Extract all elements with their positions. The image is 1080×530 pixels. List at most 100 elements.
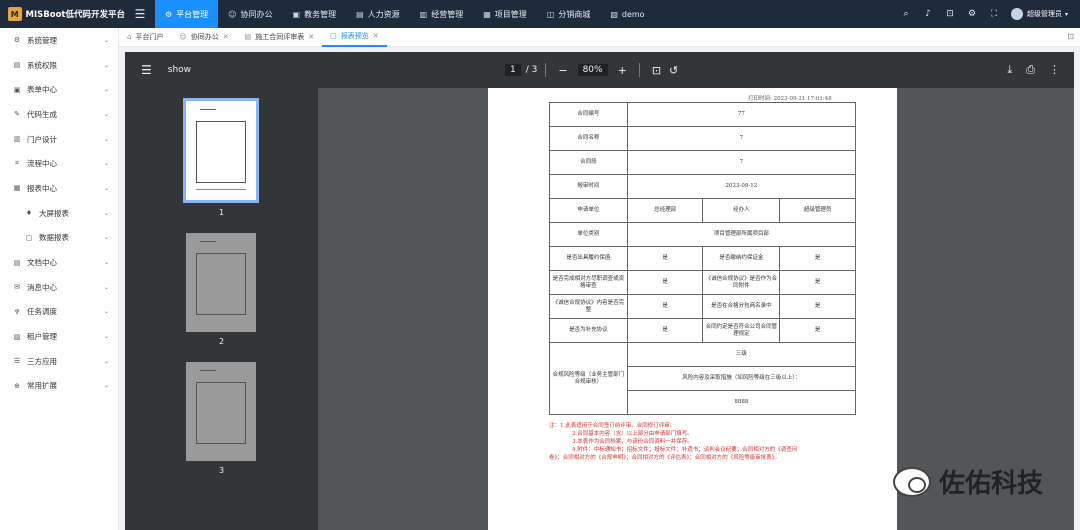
id-card-icon: ▤ [356, 9, 364, 19]
book-icon: ▣ [292, 9, 301, 19]
sidebar-item[interactable]: ✉ 消息中心 ⌄ [0, 275, 118, 300]
topnav-item-hr[interactable]: ▤ 人力资源 [346, 0, 410, 28]
menu-item-icon: ▧ [13, 332, 21, 341]
divider [638, 63, 640, 77]
document-icon: ▤ [244, 33, 252, 41]
pdf-title: show [167, 65, 192, 75]
thumbnail-page-1[interactable] [183, 98, 259, 203]
sidebar-item[interactable]: ▣ 表单中心 ⌄ [0, 77, 118, 102]
menu-collapse-icon[interactable]: ☰ [125, 7, 155, 21]
note-line: 3.本表作为合同档案，与该份合同资料一并保存。 [572, 438, 693, 445]
tab-report-preview[interactable]: ▢ 报表预览 ✕ [322, 28, 387, 47]
avatar [1010, 8, 1023, 20]
sidebar-item[interactable]: ♆ 任务调度 ⌄ [0, 300, 118, 325]
sidebar: ⚙ 系统管理 ⌄ ▤ 系统权限 ⌄ ▣ 表单中心 ⌄ ✎ 代码生成 ⌄ ▥ 门户设计 ⌄ ⌗ 流程中心 ⌄ ▦ 报表中… [0, 28, 119, 530]
rotate-icon[interactable]: ↺ [669, 64, 678, 77]
print-time: 打印时间: 2023-09-21 17:01:48 [748, 96, 832, 102]
sidebar-item[interactable]: ▧ 租户管理 ⌄ [0, 324, 118, 349]
close-icon[interactable]: ✕ [373, 32, 379, 40]
lock-icon[interactable]: ⊡ [1067, 32, 1074, 41]
sidebar-item[interactable]: ⊕ 常用扩展 ⌄ [0, 374, 118, 399]
menu-item-icon: ▤ [13, 258, 21, 267]
menu-icon[interactable]: ☰ [141, 63, 152, 77]
app-logo-icon: M [8, 7, 22, 21]
sidebar-item-label: 系统权限 [27, 60, 57, 70]
topnav-item-business[interactable]: ▥ 经营管理 [410, 0, 474, 28]
note-line: 2.合同基本内容（含）以上部分由申请部门填写。 [572, 430, 693, 437]
menu-item-icon: ✎ [14, 110, 20, 119]
box-icon: ▧ [610, 9, 618, 19]
file-icon: ▢ [330, 32, 337, 40]
thumb-logo [200, 241, 216, 242]
sidebar-item[interactable]: ▤ 系统权限 ⌄ [0, 53, 118, 78]
sidebar-item-label: 门户设计 [27, 134, 57, 144]
zoom-in-icon[interactable]: + [618, 64, 627, 77]
sidebar-item[interactable]: ♦ 大屏报表 ⌄ [0, 201, 118, 226]
more-options-icon[interactable]: ⋮ [1049, 63, 1060, 77]
thumb-notes [196, 189, 246, 190]
sidebar-item-label: 数据报表 [39, 233, 69, 243]
sidebar-item[interactable]: ⌗ 流程中心 ⌄ [0, 151, 118, 176]
thumb-logo [200, 370, 216, 371]
topnav-item-education[interactable]: ▣ 教务管理 [283, 0, 347, 28]
wechat-logo-icon [893, 466, 931, 497]
table-row: 单位类别 项目管理部所属项目部 [549, 222, 857, 247]
zoom-out-icon[interactable]: − [558, 64, 567, 77]
table-row: 申请单位 总经理部 经办人 超级管理员 [549, 198, 856, 223]
topnav-item-mall[interactable]: ◫ 分销商城 [537, 0, 601, 28]
sidebar-item-label: 租户管理 [27, 332, 57, 342]
chevron-down-icon: ⌄ [103, 86, 109, 94]
topnav-item-office[interactable]: ☺ 协同办公 [218, 0, 282, 28]
menu-item-icon: ▢ [25, 233, 33, 242]
sidebar-item-label: 系统管理 [27, 35, 57, 45]
menu-item-icon: ▤ [13, 61, 21, 70]
menu-item-icon: ▣ [13, 85, 21, 94]
fit-page-icon[interactable]: ⊡ [652, 64, 661, 77]
chevron-down-icon: ⌄ [103, 61, 109, 69]
thumbnail-page-2[interactable] [186, 233, 256, 332]
table-row: 合同名称 7 [549, 126, 857, 151]
toolbar-right: ⤓ ⎙ ⋮ [993, 63, 1060, 77]
sidebar-item-label: 三方应用 [27, 356, 57, 366]
sidebar-item[interactable]: ☰ 三方应用 ⌄ [0, 349, 118, 374]
note-line: 卷》；合同相对方的《合规申明》；合同相对方的《评估表》；合同相对方的《风险等级审… [549, 454, 781, 461]
sidebar-item-label: 代码生成 [27, 109, 57, 119]
tab-office[interactable]: ☺ 协同办公 ✕ [171, 28, 236, 47]
chevron-down-icon: ⌄ [103, 209, 109, 217]
pdf-page: 打印时间: 2023-09-21 17:01:48 合同编号 77 合同名称 7 合… [488, 88, 897, 530]
zoom-input[interactable]: 80% [577, 64, 608, 76]
close-icon[interactable]: ✕ [223, 33, 229, 41]
topnav-item-platform[interactable]: ⚙ 平台管理 [155, 0, 219, 28]
app-logo[interactable]: M MISBoot低代码开发平台 [0, 7, 125, 21]
topnav-item-project[interactable]: ▦ 项目管理 [473, 0, 537, 28]
download-icon[interactable]: ⤓ [1007, 63, 1012, 77]
pdf-viewer: ☰ show 1 / 3 − 80% + ⊡ ↺ ⤓ ⎙ ⋮ 1 2 3 打印时… [125, 52, 1074, 530]
sidebar-item[interactable]: ⚙ 系统管理 ⌄ [0, 28, 118, 53]
chevron-down-icon: ⌄ [103, 308, 109, 316]
lock-icon[interactable]: ⊡ [939, 9, 961, 19]
fullscreen-icon[interactable]: ⛶ [983, 9, 1005, 19]
briefcase-icon: ▥ [419, 9, 428, 19]
sidebar-item[interactable]: ▥ 门户设计 ⌄ [0, 127, 118, 152]
thumbnail-page-3[interactable] [186, 362, 256, 461]
chevron-down-icon: ⌄ [103, 184, 109, 192]
sidebar-item[interactable]: ▢ 数据报表 ⌄ [0, 226, 118, 251]
close-icon[interactable]: ✕ [308, 33, 314, 41]
sidebar-item-label: 消息中心 [27, 282, 57, 292]
bell-icon[interactable]: ♪ [917, 9, 939, 19]
page-number-input[interactable]: 1 [505, 64, 521, 76]
topnav-item-demo[interactable]: ▧ demo [600, 0, 654, 28]
user-menu[interactable]: 超级管理员 ▾ [1010, 8, 1068, 20]
sidebar-item[interactable]: ✎ 代码生成 ⌄ [0, 102, 118, 127]
sidebar-item[interactable]: ▤ 文档中心 ⌄ [0, 250, 118, 275]
search-icon[interactable]: ⌕ [895, 9, 917, 19]
print-icon[interactable]: ⎙ [1026, 63, 1035, 77]
sidebar-item[interactable]: ▦ 报表中心 ⌄ [0, 176, 118, 201]
tab-portal[interactable]: ⌂ 平台门户 [119, 28, 171, 47]
settings-icon[interactable]: ⚙ [961, 9, 983, 19]
thumbnail-label: 2 [218, 337, 225, 346]
page-total: / 3 [525, 65, 538, 75]
tab-contract-review[interactable]: ▤ 施工合同评审表 ✕ [237, 28, 323, 47]
sidebar-item-label: 任务调度 [27, 307, 57, 317]
table-row: 《诚信合规协议》内容是否完整是是否在合格分包商名录中是 [549, 294, 856, 319]
